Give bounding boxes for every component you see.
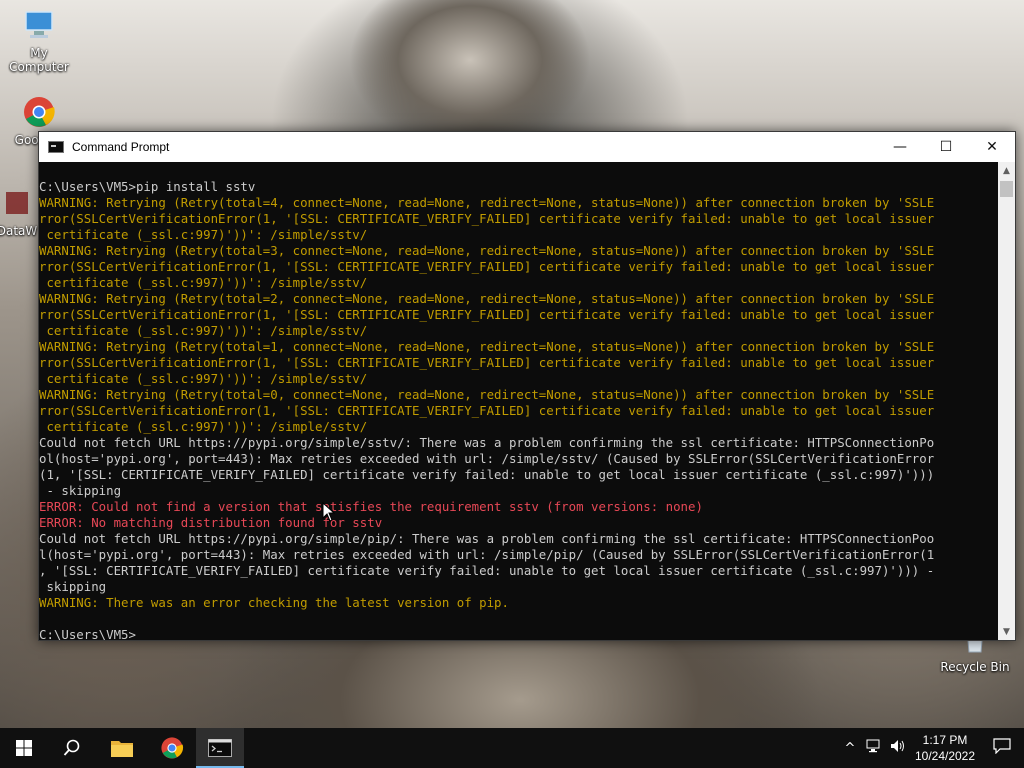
scroll-down-arrow-icon[interactable]: ▼ bbox=[998, 623, 1015, 640]
clock-time: 1:17 PM bbox=[922, 733, 968, 747]
console-line: WARNING: Retrying (Retry(total=3, connec… bbox=[39, 243, 935, 258]
app-icon bbox=[0, 186, 34, 220]
vertical-scrollbar[interactable]: ▲ ▼ bbox=[998, 162, 1015, 640]
console-line: ERROR: Could not find a version that sat… bbox=[39, 499, 703, 514]
console-line: l(host='pypi.org', port=443): Max retrie… bbox=[39, 547, 935, 562]
search-button[interactable] bbox=[48, 728, 96, 768]
console-line: rror(SSLCertVerificationError(1, '[SSL: … bbox=[39, 259, 935, 274]
console-line: skipping bbox=[39, 579, 107, 594]
windows-icon bbox=[16, 740, 32, 756]
start-button[interactable] bbox=[0, 728, 48, 768]
file-explorer-button[interactable] bbox=[98, 728, 146, 768]
console-line: WARNING: There was an error checking the… bbox=[39, 595, 509, 610]
console-line: WARNING: Retrying (Retry(total=0, connec… bbox=[39, 387, 935, 402]
console-line: certificate (_ssl.c:997)'))': /simple/ss… bbox=[39, 323, 368, 338]
console-line: certificate (_ssl.c:997)'))': /simple/ss… bbox=[39, 419, 368, 434]
maximize-button[interactable]: ☐ bbox=[923, 132, 969, 162]
console-line: Could not fetch URL https://pypi.org/sim… bbox=[39, 435, 935, 450]
chrome-button[interactable] bbox=[148, 728, 196, 768]
console-line: , '[SSL: CERTIFICATE_VERIFY_FAILED] cert… bbox=[39, 563, 935, 578]
window-title: Command Prompt bbox=[72, 140, 170, 154]
console-output[interactable]: C:\Users\VM5>pip install sstv WARNING: Re… bbox=[39, 162, 998, 640]
notifications-icon[interactable] bbox=[980, 738, 1024, 758]
volume-icon[interactable] bbox=[886, 739, 910, 757]
console-line: WARNING: Retrying (Retry(total=1, connec… bbox=[39, 339, 935, 354]
show-hidden-icons-chevron-icon[interactable]: ^ bbox=[838, 741, 862, 756]
console-line: certificate (_ssl.c:997)'))': /simple/ss… bbox=[39, 227, 368, 242]
close-button[interactable]: ✕ bbox=[969, 132, 1015, 162]
console-line: rror(SSLCertVerificationError(1, '[SSL: … bbox=[39, 211, 935, 226]
desktop-icon-label: Recycle Bin bbox=[940, 660, 1010, 674]
chrome-icon bbox=[161, 737, 184, 759]
folder-icon bbox=[111, 741, 133, 757]
scrollbar-thumb[interactable] bbox=[1000, 181, 1013, 197]
console-line: - skipping bbox=[39, 483, 122, 498]
console-line: ERROR: No matching distribution found fo… bbox=[39, 515, 383, 530]
command-prompt-window[interactable]: Command Prompt — ☐ ✕ C:\Users\VM5>pip in… bbox=[38, 131, 1016, 641]
system-tray: ^ 1:17 PM 10/24/2022 bbox=[838, 728, 1024, 768]
console-line: certificate (_ssl.c:997)'))': /simple/ss… bbox=[39, 371, 368, 386]
console-line: certificate (_ssl.c:997)'))': /simple/ss… bbox=[39, 275, 368, 290]
console-line: WARNING: Retrying (Retry(total=4, connec… bbox=[39, 195, 935, 210]
search-icon bbox=[63, 739, 80, 756]
network-icon[interactable] bbox=[862, 739, 886, 757]
taskbar: ^ 1:17 PM 10/24/2022 bbox=[0, 728, 1024, 768]
console-line: WARNING: Retrying (Retry(total=2, connec… bbox=[39, 291, 935, 306]
title-bar[interactable]: Command Prompt — ☐ ✕ bbox=[39, 132, 1015, 162]
mouse-cursor-icon bbox=[322, 501, 336, 526]
computer-icon bbox=[22, 8, 56, 42]
cmd-icon bbox=[48, 141, 64, 153]
clock[interactable]: 1:17 PM 10/24/2022 bbox=[910, 732, 980, 764]
desktop-icon-label: My Computer bbox=[9, 46, 69, 74]
console-line: ol(host='pypi.org', port=443): Max retri… bbox=[39, 451, 935, 466]
console-line: (1, '[SSL: CERTIFICATE_VERIFY_FAILED] ce… bbox=[39, 467, 935, 482]
scroll-up-arrow-icon[interactable]: ▲ bbox=[998, 162, 1015, 179]
clock-date: 10/24/2022 bbox=[914, 749, 976, 763]
cmd-icon bbox=[208, 739, 232, 757]
console-line: C:\Users\VM5>pip install sstv bbox=[39, 179, 256, 194]
console-line: rror(SSLCertVerificationError(1, '[SSL: … bbox=[39, 403, 935, 418]
console-line: rror(SSLCertVerificationError(1, '[SSL: … bbox=[39, 307, 935, 322]
console-line: rror(SSLCertVerificationError(1, '[SSL: … bbox=[39, 355, 935, 370]
minimize-button[interactable]: — bbox=[877, 132, 923, 162]
desktop-icon-my-computer[interactable]: My Computer bbox=[0, 8, 78, 74]
chrome-icon bbox=[22, 95, 56, 129]
console-line: Could not fetch URL https://pypi.org/sim… bbox=[39, 531, 935, 546]
command-prompt-button[interactable] bbox=[196, 728, 244, 768]
console-line: C:\Users\VM5> bbox=[39, 627, 136, 640]
